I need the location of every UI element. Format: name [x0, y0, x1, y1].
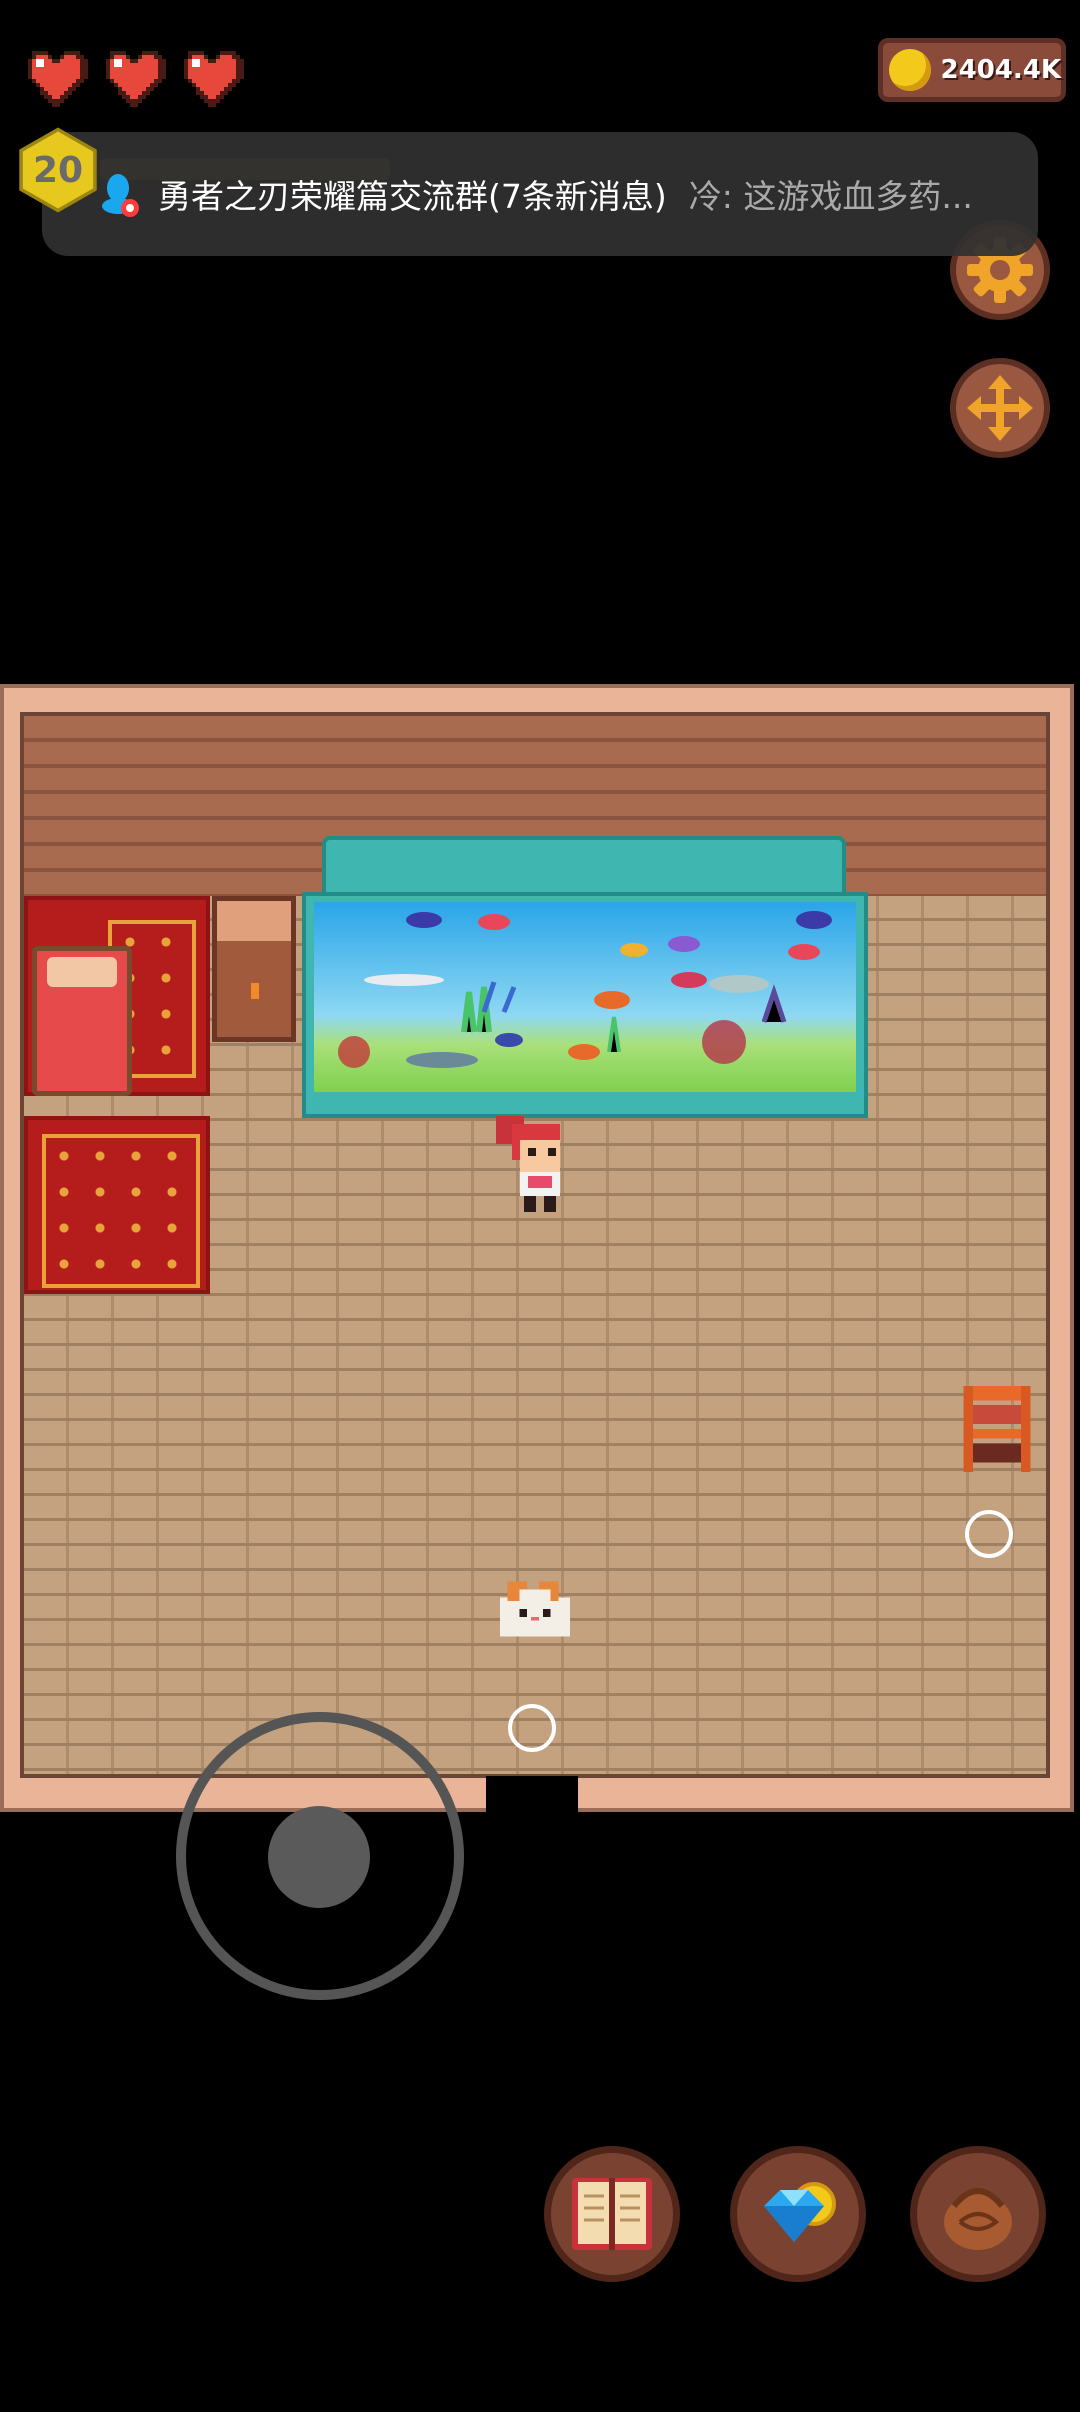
coin-amount: 2404.4K	[940, 55, 1061, 85]
pet-hamster[interactable]	[492, 1576, 578, 1642]
wooden-chair[interactable]	[962, 1386, 1032, 1472]
room-doorway[interactable]	[486, 1776, 578, 1816]
cabinet-top	[217, 901, 291, 941]
book-icon	[572, 2178, 652, 2250]
chat-notification[interactable]: 勇者之刃荣耀篇交流群(7条新消息) 冷: 这游戏血多药...	[42, 132, 1038, 256]
rug-pattern	[42, 1134, 200, 1288]
game-room[interactable]	[0, 684, 1074, 1816]
coral-icon	[338, 981, 787, 1068]
cabinet-handle	[251, 983, 259, 999]
fish-aquarium[interactable]	[302, 836, 868, 1118]
aquarium-tank	[302, 892, 868, 1118]
room-interior[interactable]	[20, 712, 1050, 1778]
diamond-coin-icon	[764, 2182, 836, 2242]
bag-icon	[944, 2188, 1012, 2250]
rug-bottom	[24, 1116, 210, 1294]
journal-button[interactable]	[544, 2146, 680, 2282]
health-hearts	[24, 50, 244, 108]
heart-icon	[106, 51, 166, 107]
joystick-knob[interactable]	[268, 1806, 370, 1908]
wardrobe-cabinet[interactable]	[212, 896, 296, 1042]
qq-icon	[102, 174, 139, 217]
notification-title: 勇者之刃荣耀篇交流群(7条新消息)	[158, 177, 667, 216]
heart-icon	[184, 51, 244, 107]
coin-icon	[889, 49, 931, 91]
aquarium-lid	[322, 836, 846, 896]
heart-icon	[28, 51, 88, 107]
fish-and-corals	[338, 911, 832, 1068]
interaction-marker[interactable]	[965, 1510, 1013, 1558]
coin-counter[interactable]: 2404.4K	[878, 38, 1066, 102]
player-character	[496, 1116, 560, 1212]
aquarium-water	[314, 902, 856, 1092]
move-furniture-button[interactable]	[950, 358, 1050, 458]
shop-button[interactable]	[730, 2146, 866, 2282]
notification-message: 冷: 这游戏血多药...	[688, 177, 973, 216]
player-level: 20	[32, 150, 84, 191]
interaction-marker[interactable]	[508, 1704, 556, 1752]
bed[interactable]	[32, 946, 132, 1096]
bed-pillow	[47, 957, 117, 987]
fish-icon	[364, 911, 832, 1068]
inventory-button[interactable]	[910, 2146, 1046, 2282]
move-arrows-icon	[967, 375, 1033, 441]
